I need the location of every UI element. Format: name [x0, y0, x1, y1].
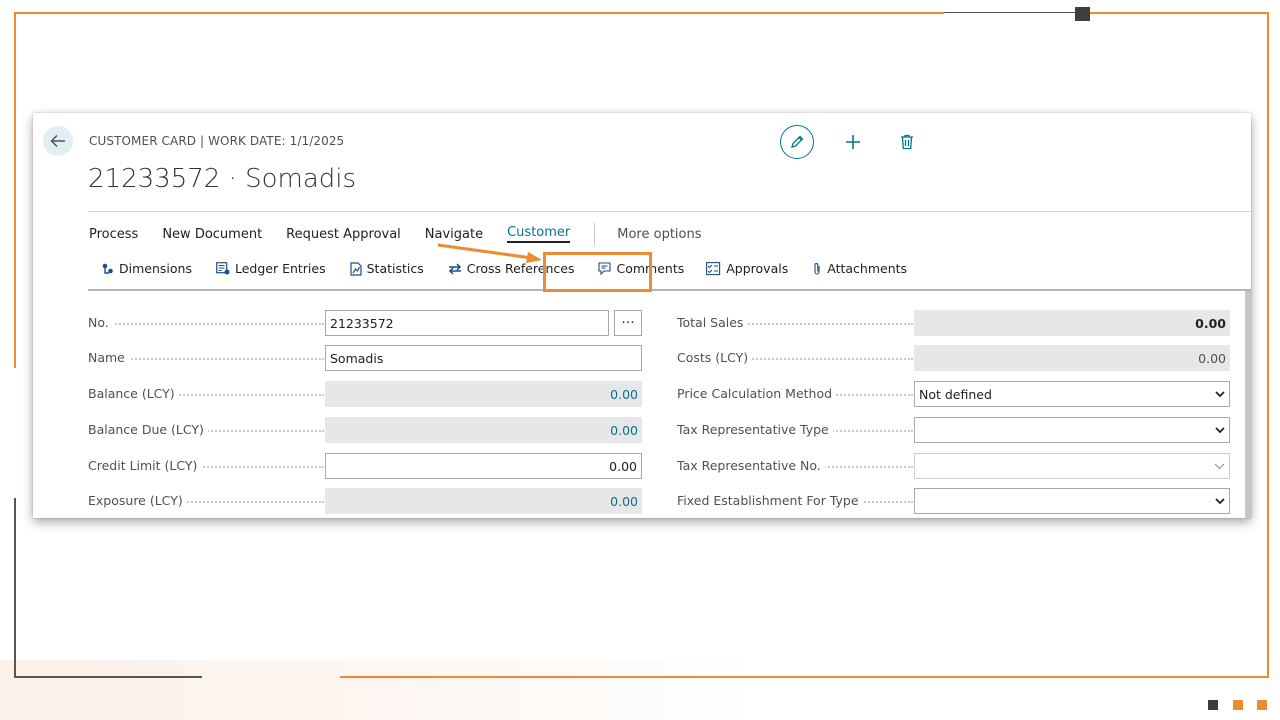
- header-divider: [88, 211, 1251, 212]
- field-balance-lcy: Balance (LCY) 0.00: [88, 381, 643, 407]
- field-label: Name: [88, 350, 129, 365]
- frame-corner-square: [1075, 7, 1090, 21]
- back-arrow-icon: [50, 135, 65, 147]
- frame-top-right-line: [1090, 12, 1268, 14]
- approvals-icon: [706, 261, 721, 275]
- action-dimensions[interactable]: Dimensions: [101, 261, 192, 276]
- action-ledger-entries-label: Ledger Entries: [234, 261, 326, 276]
- field-label: Costs (LCY): [677, 350, 753, 365]
- name-input[interactable]: Somadis: [325, 345, 642, 371]
- menu-navigate[interactable]: Navigate: [425, 227, 483, 242]
- dimensions-icon: [102, 263, 113, 274]
- slide-dot-1: [1208, 700, 1218, 710]
- frame-left-line: [14, 12, 16, 368]
- field-label: No.: [88, 315, 113, 330]
- field-label: Balance (LCY): [88, 386, 179, 401]
- field-label: Tax Representative Type: [677, 422, 833, 437]
- field-fixed-establishment-for-type: Fixed Establishment For Type: [677, 488, 1232, 514]
- customer-actions-bar: Dimensions Ledger Entries Statistics Cro…: [88, 248, 1251, 291]
- field-tax-representative-type: Tax Representative Type: [677, 417, 1232, 443]
- balance-due-lcy-value[interactable]: 0.00: [325, 417, 642, 443]
- action-statistics[interactable]: Statistics: [350, 261, 424, 276]
- statistics-icon: [350, 261, 362, 276]
- field-label: Exposure (LCY): [88, 493, 187, 508]
- frame-top-dark-line: [944, 12, 1076, 13]
- field-label: Fixed Establishment For Type: [677, 493, 863, 508]
- page-caption: CUSTOMER CARD | WORK DATE: 1/1/2025: [89, 134, 345, 148]
- credit-limit-input[interactable]: 0.00: [325, 453, 642, 479]
- edit-icon: [791, 135, 804, 148]
- select-value: Not defined: [919, 386, 992, 402]
- price-calculation-method-select[interactable]: Not defined: [914, 381, 1230, 407]
- new-button[interactable]: [841, 130, 865, 154]
- chevron-down-icon: [1215, 390, 1225, 397]
- vertical-scrollbar[interactable]: [1245, 291, 1251, 518]
- chevron-down-icon: [1215, 426, 1225, 433]
- field-label: Credit Limit (LCY): [88, 458, 202, 473]
- slide-dot-3: [1257, 700, 1267, 710]
- action-statistics-label: Statistics: [366, 261, 424, 276]
- field-label: Balance Due (LCY): [88, 422, 208, 437]
- frame-left-dark-line: [14, 498, 16, 678]
- chevron-down-icon: [1214, 463, 1225, 469]
- comments-highlight-box: [543, 252, 652, 292]
- menu-separator: [594, 223, 596, 245]
- delete-icon: [901, 134, 913, 150]
- exposure-lcy-value[interactable]: 0.00: [325, 488, 642, 514]
- action-dimensions-label: Dimensions: [119, 261, 192, 276]
- frame-bottom-line: [340, 676, 1268, 678]
- fixed-establishment-for-type-select[interactable]: [914, 488, 1230, 514]
- field-label: Price Calculation Method: [677, 386, 837, 401]
- balance-lcy-value[interactable]: 0.00: [325, 381, 642, 407]
- menu-more-options[interactable]: More options: [617, 227, 701, 242]
- ledger-entries-icon: [216, 262, 230, 275]
- frame-bottom-dark-line: [14, 676, 202, 678]
- action-menu-bar: Process New Document Request Approval Na…: [89, 223, 726, 245]
- back-button[interactable]: [43, 126, 73, 156]
- field-balance-due-lcy: Balance Due (LCY) 0.00: [88, 417, 643, 443]
- total-sales-value[interactable]: 0.00: [914, 310, 1230, 336]
- field-price-calculation-method: Price Calculation Method Not defined: [677, 381, 1232, 407]
- field-name: Name Somadis: [88, 345, 643, 371]
- edit-button[interactable]: [780, 125, 814, 159]
- plus-icon: [846, 135, 860, 149]
- field-costs-lcy: Costs (LCY) 0.00: [677, 345, 1232, 371]
- tax-representative-type-select[interactable]: [914, 417, 1230, 443]
- slide-dot-2: [1233, 700, 1243, 710]
- page-title: 21233572 · Somadis: [88, 164, 357, 194]
- action-ledger-entries[interactable]: Ledger Entries: [216, 261, 326, 276]
- no-input[interactable]: 21233572: [325, 310, 609, 336]
- customer-card-window: CUSTOMER CARD | WORK DATE: 1/1/2025 2123…: [33, 113, 1251, 518]
- costs-lcy-value[interactable]: 0.00: [914, 345, 1230, 371]
- slide: CUSTOMER CARD | WORK DATE: 1/1/2025 2123…: [0, 0, 1280, 720]
- action-approvals-label: Approvals: [726, 261, 789, 276]
- field-label: Tax Representative No.: [677, 458, 825, 473]
- frame-top-line: [14, 12, 944, 14]
- field-total-sales: Total Sales 0.00: [677, 310, 1232, 336]
- delete-button[interactable]: [896, 131, 918, 153]
- background-fade: [0, 660, 760, 720]
- frame-right-line: [1267, 12, 1269, 678]
- menu-process[interactable]: Process: [89, 227, 138, 242]
- action-attachments[interactable]: Attachments: [812, 261, 907, 276]
- field-no: No. 21233572 ···: [88, 310, 643, 336]
- field-credit-limit-lcy: Credit Limit (LCY) 0.00: [88, 453, 643, 479]
- chevron-down-icon: [1215, 497, 1225, 504]
- menu-new-document[interactable]: New Document: [162, 227, 262, 242]
- assist-edit-button[interactable]: ···: [614, 310, 642, 336]
- highlight-arrow: [437, 243, 542, 263]
- attachments-icon: [814, 262, 820, 275]
- action-approvals[interactable]: Approvals: [706, 261, 788, 276]
- field-label: Total Sales: [677, 315, 748, 330]
- field-tax-representative-no: Tax Representative No.: [677, 453, 1232, 479]
- action-attachments-label: Attachments: [827, 261, 908, 276]
- menu-customer[interactable]: Customer: [507, 225, 571, 243]
- field-exposure-lcy: Exposure (LCY) 0.00: [88, 488, 643, 514]
- menu-request-approval[interactable]: Request Approval: [286, 227, 401, 242]
- tax-representative-no-select[interactable]: [914, 453, 1230, 479]
